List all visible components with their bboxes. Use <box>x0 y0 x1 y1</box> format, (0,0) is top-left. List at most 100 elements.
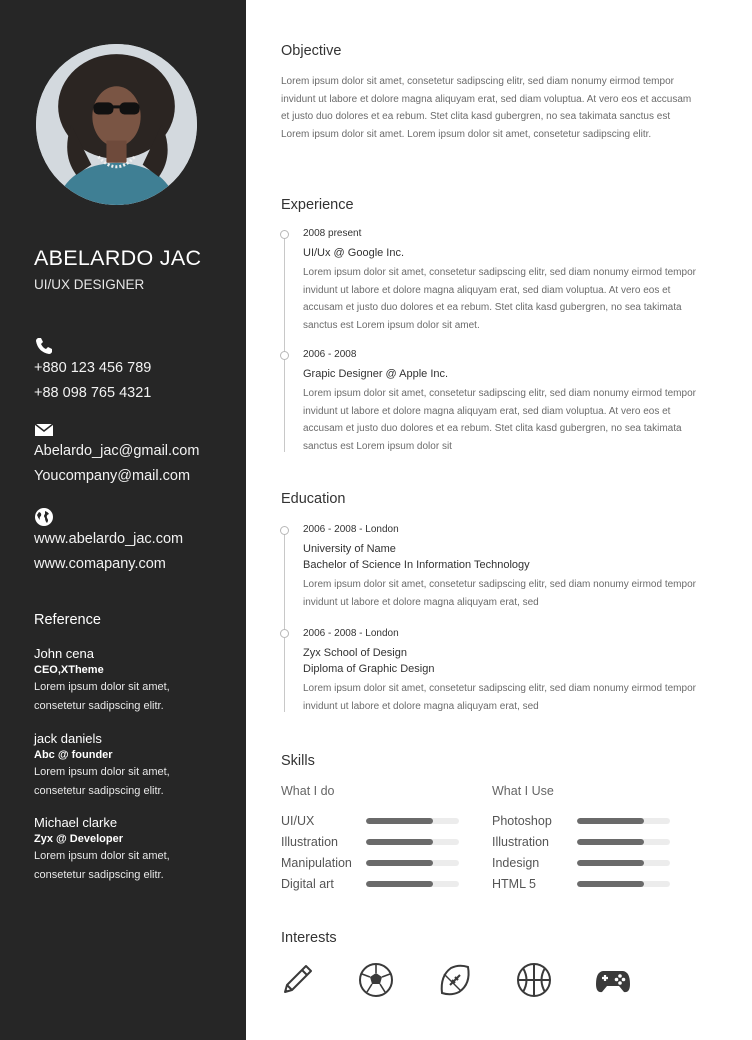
reference-item: Michael clarke Zyx @ Developer Lorem ips… <box>34 815 234 885</box>
education-school: University of Name <box>303 543 396 555</box>
reference-name: Michael clarke <box>34 815 118 830</box>
globe-icon <box>34 507 54 527</box>
experience-role: UI/Ux @ Google Inc. <box>303 247 405 259</box>
skill-label: HTML 5 <box>492 876 536 891</box>
experience-item: 2008 present UI/Ux @ Google Inc. Lorem i… <box>303 228 703 334</box>
profile-title: UI/UX DESIGNER <box>34 277 145 292</box>
skill-bar-fill <box>366 838 433 845</box>
profile-photo <box>36 44 197 205</box>
email-2[interactable]: Youcompany@mail.com <box>34 468 190 484</box>
skill-bar-fill <box>366 859 433 866</box>
interests-icons <box>279 962 631 998</box>
skill-bar <box>577 880 670 887</box>
reference-item: John cena CEO,XTheme Lorem ipsum dolor s… <box>34 646 234 716</box>
objective-heading: Objective <box>281 43 342 59</box>
american-football-icon <box>437 962 473 998</box>
skills-what-i-use: What I Use Photoshop Illustration Indesi… <box>492 784 692 894</box>
reference-role: Zyx @ Developer <box>34 833 123 845</box>
reference-heading: Reference <box>34 612 101 628</box>
phone-number-2[interactable]: +88 098 765 4321 <box>34 385 151 401</box>
objective-text: Lorem ipsum dolor sit amet, consetetur s… <box>281 76 692 140</box>
skill-bar-fill <box>577 880 644 887</box>
education-item: 2006 - 2008 - London Zyx School of Desig… <box>303 628 703 715</box>
skills-heading: Skills <box>281 753 315 769</box>
skill-row: Illustration <box>492 831 692 852</box>
experience-date: 2006 - 2008 <box>303 349 357 360</box>
skill-bar <box>577 859 670 866</box>
timeline-dot <box>280 629 289 638</box>
skill-row: Photoshop <box>492 810 692 831</box>
education-degree: Diploma of Graphic Design <box>303 663 435 675</box>
skill-bar-fill <box>366 817 433 824</box>
skill-label: Indesign <box>492 855 540 870</box>
skill-bar <box>366 838 459 845</box>
skill-bar-fill <box>577 817 644 824</box>
skill-row: Manipulation <box>281 852 481 873</box>
skill-bar-fill <box>366 880 433 887</box>
soccer-ball-icon <box>358 962 394 998</box>
phone-icon <box>34 336 54 356</box>
pencil-icon <box>279 962 315 998</box>
experience-timeline <box>284 236 285 452</box>
reference-desc-line: Lorem ipsum dolor sit amet, <box>34 766 170 778</box>
education-school: Zyx School of Design <box>303 647 407 659</box>
avatar-illustration <box>36 44 197 205</box>
skills-subheading: What I Use <box>492 784 554 798</box>
skills-subheading: What I do <box>281 784 335 798</box>
phone-number-1[interactable]: +880 123 456 789 <box>34 360 151 376</box>
skills-what-i-do: What I do UI/UX Illustration Manipulatio… <box>281 784 481 894</box>
education-heading: Education <box>281 491 346 507</box>
website-2[interactable]: www.comapany.com <box>34 556 166 572</box>
skill-row: Digital art <box>281 873 481 894</box>
timeline-dot <box>280 351 289 360</box>
skill-row: UI/UX <box>281 810 481 831</box>
skill-bar <box>366 859 459 866</box>
reference-desc-line: consetetur sadipscing elitr. <box>34 700 164 712</box>
education-item: 2006 - 2008 - London University of Name … <box>303 524 703 611</box>
skill-label: Illustration <box>492 834 549 849</box>
sidebar: ABELARDO JAC UI/UX DESIGNER +880 123 456… <box>0 0 246 1040</box>
timeline-dot <box>280 230 289 239</box>
reference-name: jack daniels <box>34 731 102 746</box>
experience-desc: Lorem ipsum dolor sit amet, consetetur s… <box>303 267 696 331</box>
email-1[interactable]: Abelardo_jac@gmail.com <box>34 443 199 459</box>
education-degree: Bachelor of Science In Information Techn… <box>303 559 530 571</box>
skill-label: UI/UX <box>281 813 315 828</box>
reference-desc-line: Lorem ipsum dolor sit amet, <box>34 681 170 693</box>
skill-row: Indesign <box>492 852 692 873</box>
skill-bar-fill <box>577 838 644 845</box>
skill-label: Manipulation <box>281 855 352 870</box>
skill-row: HTML 5 <box>492 873 692 894</box>
experience-date: 2008 present <box>303 228 362 239</box>
education-date: 2006 - 2008 - London <box>303 628 399 639</box>
education-timeline <box>284 532 285 712</box>
reference-item: jack daniels Abc @ founder Lorem ipsum d… <box>34 731 234 801</box>
skill-bar-fill <box>577 859 644 866</box>
education-date: 2006 - 2008 - London <box>303 524 399 535</box>
website-1[interactable]: www.abelardo_jac.com <box>34 531 183 547</box>
reference-role: CEO,XTheme <box>34 664 104 676</box>
reference-desc-line: consetetur sadipscing elitr. <box>34 869 164 881</box>
reference-role: Abc @ founder <box>34 749 113 761</box>
skill-label: Digital art <box>281 876 334 891</box>
experience-role: Grapic Designer @ Apple Inc. <box>303 368 449 380</box>
interests-heading: Interests <box>281 930 337 946</box>
experience-item: 2006 - 2008 Grapic Designer @ Apple Inc.… <box>303 349 703 455</box>
education-desc: Lorem ipsum dolor sit amet, consetetur s… <box>303 683 696 712</box>
timeline-dot <box>280 526 289 535</box>
skill-row: Illustration <box>281 831 481 852</box>
profile-name: ABELARDO JAC <box>34 246 202 270</box>
experience-heading: Experience <box>281 197 354 213</box>
skill-bar <box>577 817 670 824</box>
envelope-icon <box>34 420 54 440</box>
reference-name: John cena <box>34 646 94 661</box>
skill-bar <box>366 880 459 887</box>
basketball-icon <box>516 962 552 998</box>
gamepad-icon <box>595 962 631 998</box>
skill-label: Photoshop <box>492 813 552 828</box>
reference-desc-line: consetetur sadipscing elitr. <box>34 785 164 797</box>
reference-desc-line: Lorem ipsum dolor sit amet, <box>34 850 170 862</box>
experience-desc: Lorem ipsum dolor sit amet, consetetur s… <box>303 388 696 452</box>
skill-bar <box>577 838 670 845</box>
education-desc: Lorem ipsum dolor sit amet, consetetur s… <box>303 579 696 608</box>
